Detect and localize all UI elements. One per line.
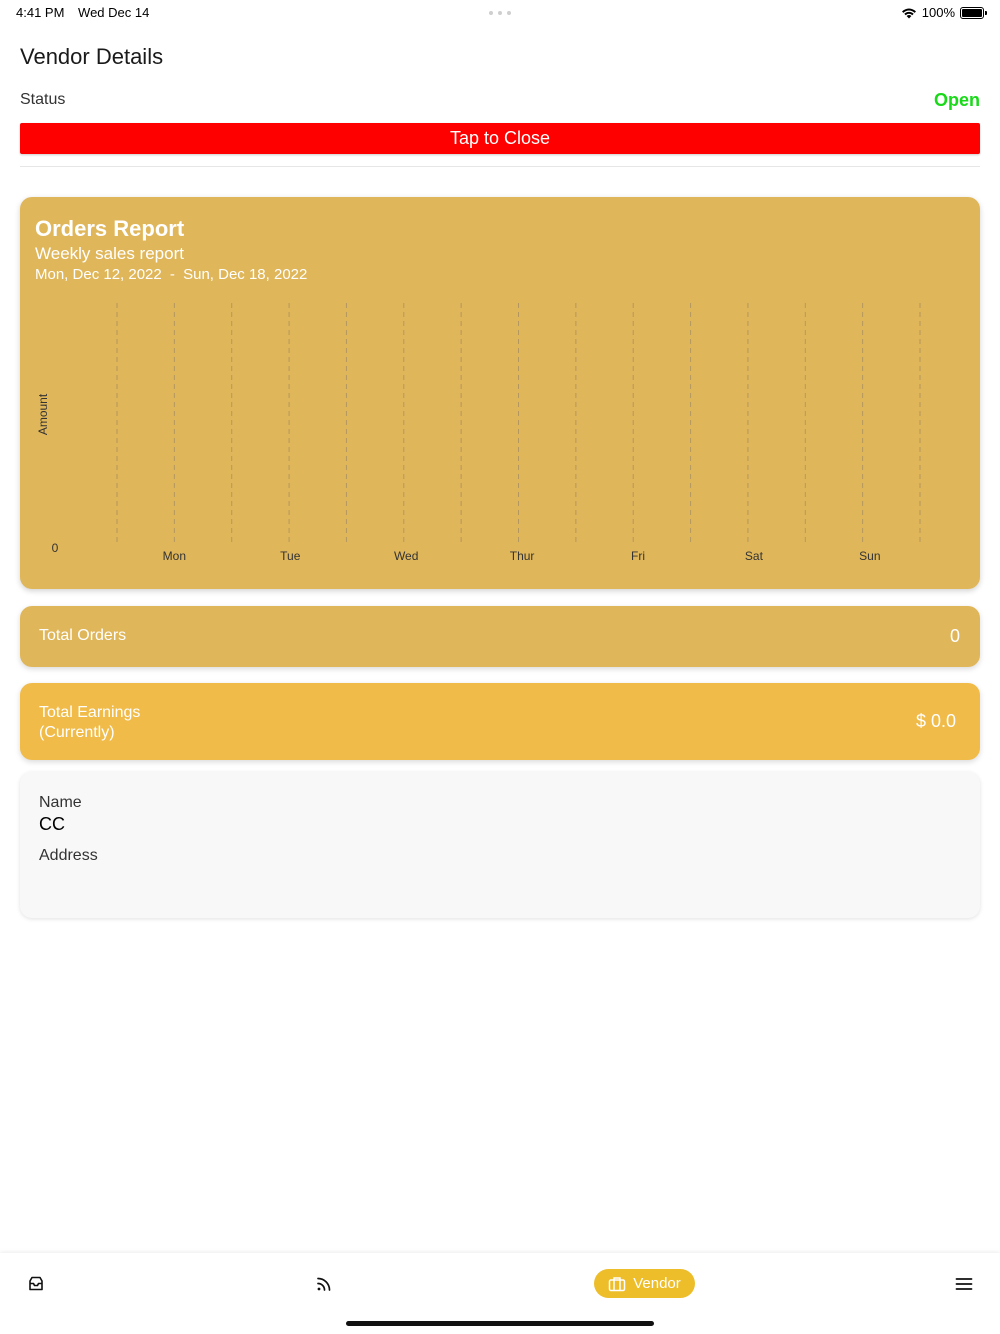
chart-x-tick-label: Wed: [394, 549, 418, 563]
multitasking-dots[interactable]: [489, 11, 511, 15]
status-time: 4:41 PM: [16, 5, 65, 20]
nav-menu-tab[interactable]: [950, 1269, 978, 1299]
chart-title: Orders Report: [35, 216, 185, 241]
briefcase-icon: [608, 1276, 626, 1291]
chart-x-tick-label: Sat: [745, 549, 764, 563]
status-label: Status: [20, 91, 66, 108]
chart-y-axis-label: Amount: [36, 393, 50, 435]
orders-report-card: Amount 0 Mon Tue Wed Thur Fri Sat Sun Orders Rep…: [20, 197, 980, 589]
chart-x-tick-label: Sun: [859, 549, 880, 563]
page-title: Vendor Details: [20, 44, 164, 69]
divider: [20, 166, 980, 167]
chart-x-tick-label: Fri: [631, 549, 645, 563]
name-value: CC: [39, 814, 65, 834]
status-value: Open: [933, 90, 980, 110]
nav-feed-tab[interactable]: [310, 1269, 338, 1299]
chart-y-tick-label: 0: [52, 541, 59, 555]
wifi-icon: [901, 8, 916, 18]
status-bar-left: 4:41 PM Wed Dec 14: [16, 5, 159, 20]
tap-to-close-button[interactable]: Tap to Close: [20, 123, 980, 154]
chart-x-tick-label: Tue: [280, 549, 301, 563]
battery-icon: [960, 6, 987, 19]
total-earnings-label-line2: (Currently): [39, 724, 115, 741]
nav-inbox-tab[interactable]: [22, 1269, 50, 1299]
battery-percent: 100%: [921, 5, 955, 20]
name-label: Name: [39, 794, 82, 811]
vendor-info-card: Name CC Address: [20, 772, 980, 918]
total-earnings-label-line1: Total Earnings: [39, 704, 141, 721]
feed-icon: [317, 1277, 331, 1291]
nav-vendor-label: Vendor: [633, 1275, 681, 1292]
total-orders-card[interactable]: Total Orders 0: [20, 606, 980, 667]
total-orders-value: 0: [949, 626, 960, 646]
address-label: Address: [39, 847, 98, 864]
inbox-icon: [29, 1276, 43, 1291]
total-earnings-label: Total Earnings (Currently): [39, 703, 140, 743]
status-date: Wed Dec 14: [78, 5, 150, 20]
total-earnings-card[interactable]: Total Earnings (Currently) $ 0.0: [20, 683, 980, 760]
chart-subtitle: Weekly sales report: [35, 244, 184, 263]
menu-icon: [955, 1278, 973, 1290]
chart-date-separator: -: [169, 266, 175, 283]
total-earnings-value: $ 0.0: [915, 711, 956, 731]
chart-x-tick-label: Thur: [510, 549, 535, 563]
chart-date-range: Mon, Dec 12, 2022 - Sun, Dec 18, 2022: [35, 266, 311, 283]
nav-vendor-tab[interactable]: Vendor: [594, 1269, 695, 1298]
total-orders-label: Total Orders: [39, 627, 127, 644]
chart-x-tick-label: Mon: [163, 549, 186, 563]
chart-date-end: Sun, Dec 18, 2022: [183, 266, 308, 283]
status-bar-right: 100%: [901, 5, 987, 20]
chart-date-start: Mon, Dec 12, 2022: [35, 266, 162, 283]
home-indicator[interactable]: [346, 1321, 654, 1326]
status-bar: 4:41 PM Wed Dec 14 100%: [0, 0, 1000, 26]
